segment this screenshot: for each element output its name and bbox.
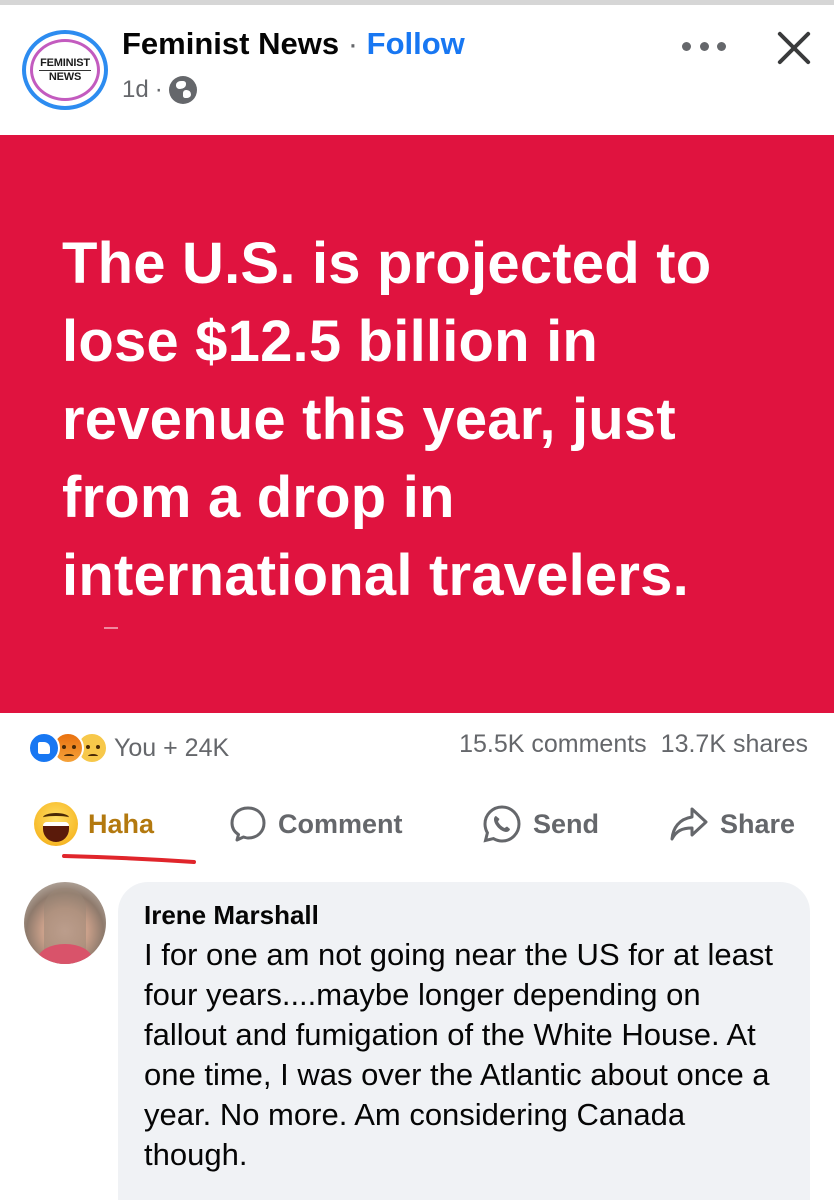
- top-divider: [0, 0, 834, 5]
- comment-button[interactable]: Comment: [228, 796, 403, 852]
- follow-button[interactable]: Follow: [367, 26, 465, 61]
- whatsapp-icon: [483, 805, 521, 843]
- logo-line-1: FEMINIST: [40, 56, 90, 69]
- post-image[interactable]: The U.S. is projected to lose $12.5 bill…: [0, 135, 834, 713]
- haha-emoji-icon: [34, 802, 78, 846]
- close-icon[interactable]: [772, 26, 816, 70]
- reactions-summary[interactable]: You + 24K: [28, 728, 229, 768]
- share-button[interactable]: Share: [668, 796, 795, 852]
- post-time[interactable]: 1d: [122, 76, 149, 104]
- page-name-link[interactable]: Feminist News: [122, 26, 339, 61]
- comment-text: I for one am not going near the US for a…: [144, 937, 773, 1172]
- shares-count[interactable]: 13.7K shares: [661, 730, 808, 759]
- post-meta: 1d ·: [122, 76, 197, 104]
- commenter-name[interactable]: Irene Marshall: [144, 900, 784, 931]
- more-icon[interactable]: [682, 36, 726, 56]
- post-header-title: Feminist News · Follow: [122, 26, 465, 62]
- share-label: Share: [720, 808, 796, 839]
- action-bar: Haha Comment Send Share: [0, 796, 834, 852]
- commenter-avatar[interactable]: [24, 882, 106, 964]
- page-logo: FEMINIST NEWS: [30, 39, 100, 101]
- image-artifact: [104, 627, 118, 629]
- post-stats: 15.5K comments 13.7K shares: [459, 730, 808, 759]
- red-underline-annotation: [62, 854, 196, 864]
- share-arrow-icon: [670, 807, 708, 841]
- page-avatar[interactable]: FEMINIST NEWS: [22, 30, 108, 110]
- comments-count[interactable]: 15.5K comments: [459, 730, 647, 759]
- comment-label: Comment: [278, 808, 403, 839]
- title-separator: ·: [347, 26, 359, 61]
- haha-label: Haha: [88, 808, 155, 839]
- globe-icon: [168, 76, 197, 104]
- meta-separator: ·: [154, 76, 163, 103]
- reaction-count: You + 24K: [114, 733, 230, 762]
- comment-icon: [230, 806, 266, 842]
- logo-line-2: NEWS: [48, 70, 82, 83]
- send-button[interactable]: Send: [481, 796, 599, 852]
- like-reaction-icon: [28, 732, 60, 764]
- send-label: Send: [533, 808, 600, 839]
- comment-bubble: Irene Marshall I for one am not going ne…: [118, 882, 810, 1200]
- post-image-text: The U.S. is projected to lose $12.5 bill…: [62, 231, 712, 608]
- haha-button[interactable]: Haha: [34, 796, 154, 852]
